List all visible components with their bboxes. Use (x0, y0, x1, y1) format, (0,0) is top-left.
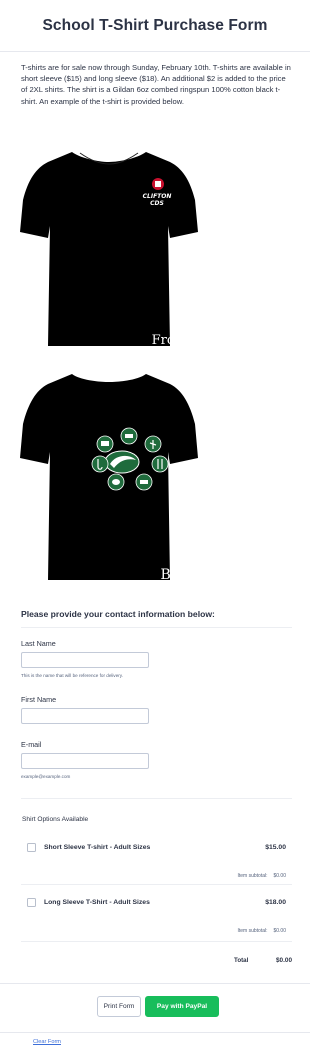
long-sleeve-checkbox[interactable] (27, 897, 36, 907)
page-title: School T-Shirt Purchase Form (42, 16, 268, 34)
shirt-back-image: Back (20, 374, 198, 583)
divider (21, 941, 292, 942)
product-name: Short Sleeve T-shirt - Adult Sizes (44, 843, 151, 851)
subtotal-row: Item subtotal: $0.00 (237, 928, 286, 934)
contact-heading: Please provide your contact information … (21, 609, 215, 619)
back-caption: Back (161, 567, 196, 583)
front-caption: Front (152, 333, 189, 348)
utensils-icon (151, 455, 169, 473)
first-name-label: First Name (21, 695, 57, 704)
total-label: Total (234, 957, 249, 964)
divider (21, 884, 292, 885)
product-price: $18.00 (265, 898, 286, 906)
product-row-short-sleeve[interactable]: Short Sleeve T-shirt - Adult Sizes $15.0… (21, 837, 292, 857)
print-form-button[interactable]: Print Form (97, 996, 141, 1017)
subtotal-value: $0.00 (273, 873, 286, 879)
email-hint: example@example.com (21, 774, 71, 779)
product-row-long-sleeve[interactable]: Long Sleeve T-Shirt - Adult Sizes $18.00 (21, 892, 292, 912)
first-name-input[interactable] (21, 708, 149, 724)
last-name-hint: This is the name that will be reference … (21, 673, 124, 678)
subtotal-label: Item subtotal: (237, 928, 268, 934)
form-header: School T-Shirt Purchase Form (0, 0, 310, 52)
shirt-front-image: CLIFTON CDS Front (20, 152, 198, 348)
last-name-label: Last Name (21, 639, 56, 648)
subtotal-row: Item subtotal: $0.00 (237, 873, 286, 879)
clear-form-link[interactable]: Clear Form (33, 1039, 61, 1045)
short-sleeve-checkbox[interactable] (27, 842, 36, 852)
pay-with-paypal-button[interactable]: Pay with PayPal (145, 996, 219, 1017)
total-row: Total $0.00 (21, 957, 292, 967)
intro-text: T-shirts are for sale now through Sunday… (21, 63, 291, 106)
email-label: E-mail (21, 740, 42, 749)
total-value: $0.00 (276, 957, 292, 964)
logo-text-line2: CDS (150, 200, 164, 207)
options-heading: Shirt Options Available (22, 816, 89, 823)
product-price: $15.00 (265, 843, 286, 851)
form-footer: Print Form Pay with PayPal (0, 983, 310, 1033)
email-input[interactable] (21, 753, 149, 769)
last-name-input[interactable] (21, 652, 149, 668)
subtotal-value: $0.00 (273, 928, 286, 934)
subtotal-label: Item subtotal: (237, 873, 268, 879)
logo-text-line1: CLIFTON (143, 193, 172, 200)
divider (21, 798, 292, 799)
product-name: Long Sleeve T-Shirt - Adult Sizes (44, 898, 150, 906)
divider (21, 627, 292, 628)
